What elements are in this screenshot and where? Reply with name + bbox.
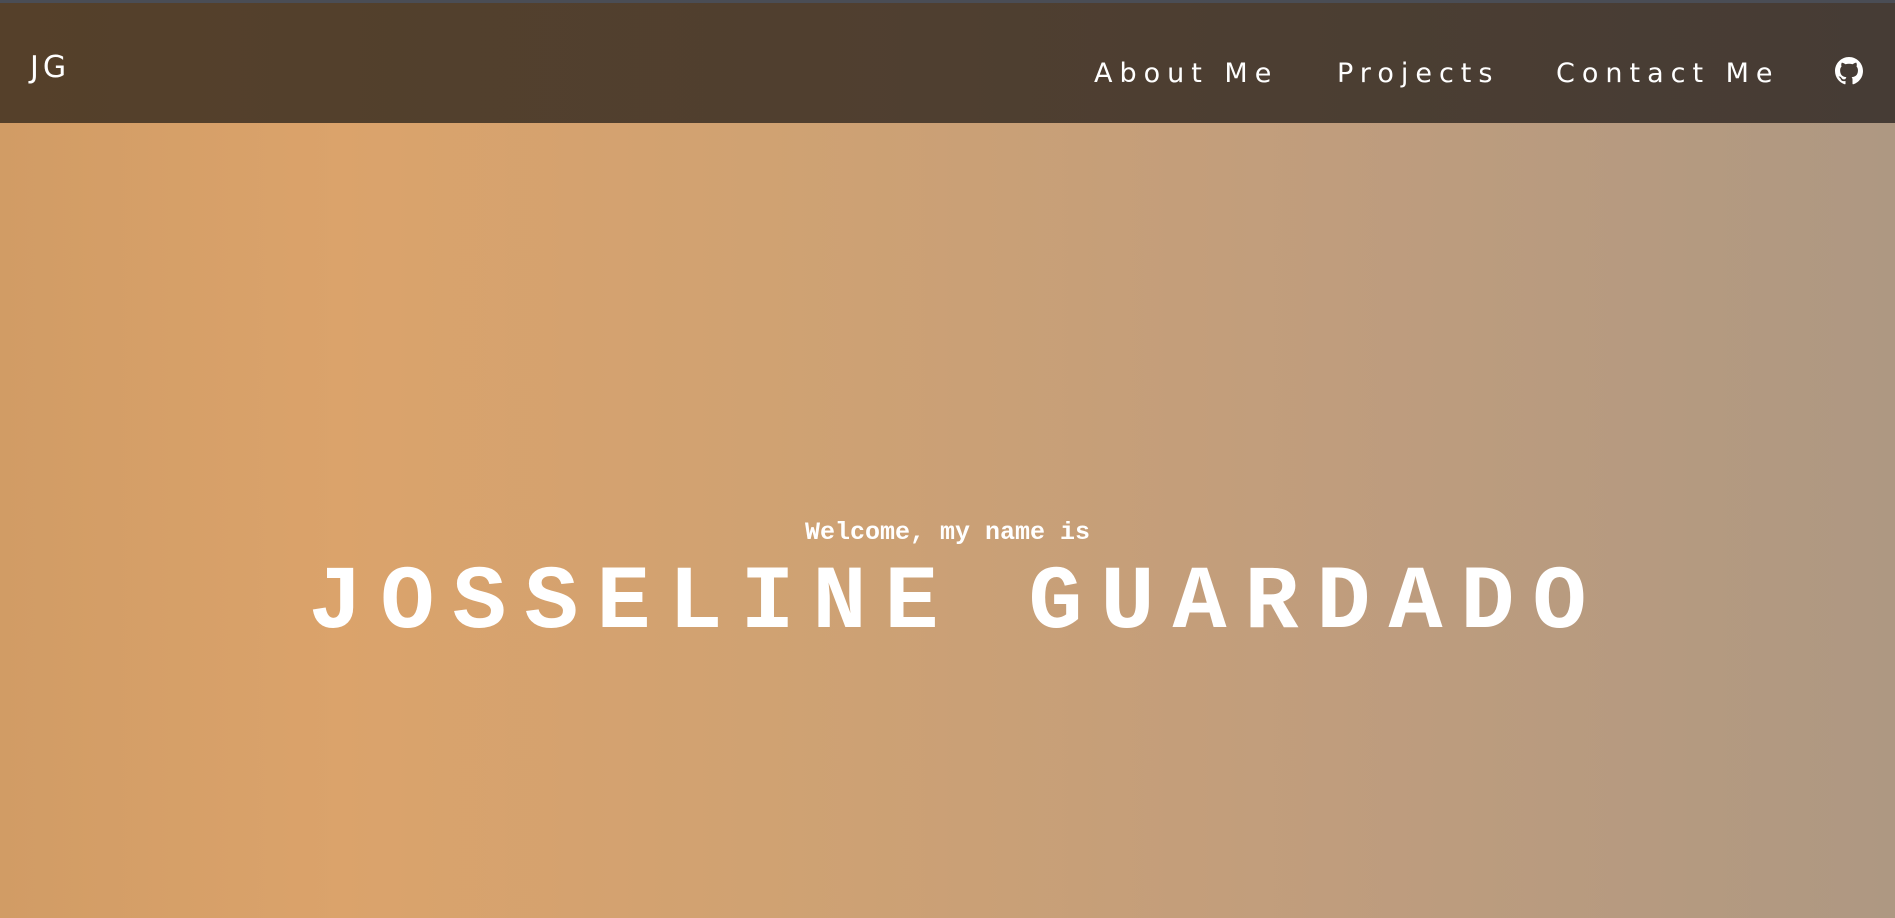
logo-link[interactable]: JG xyxy=(30,53,70,83)
github-icon[interactable] xyxy=(1835,57,1863,85)
nav-projects[interactable]: Projects xyxy=(1337,58,1499,89)
hero-greeting: Welcome, my name is xyxy=(804,518,1091,547)
hero-section: Welcome, my name is JOSSELINE GUARDADO xyxy=(0,123,1895,918)
nav-contact-me[interactable]: Contact Me xyxy=(1556,58,1780,89)
nav-about-me[interactable]: About Me xyxy=(1094,58,1278,89)
navbar: JG About Me Projects Contact Me xyxy=(0,3,1895,123)
hero-name: JOSSELINE GUARDADO xyxy=(308,553,1605,655)
